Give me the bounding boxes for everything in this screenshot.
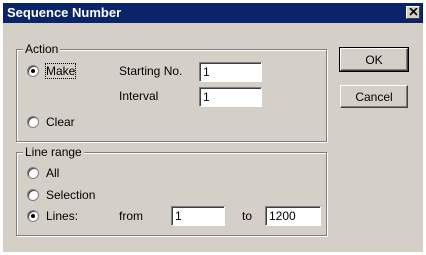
ok-button[interactable]: OK (339, 47, 409, 72)
from-label: from (119, 209, 143, 223)
to-input[interactable]: 1200 (265, 206, 321, 226)
to-label: to (242, 209, 253, 223)
close-icon (409, 8, 418, 16)
action-group-legend: Action (23, 42, 61, 56)
all-radio[interactable]: All (27, 166, 59, 180)
lines-radio-label[interactable]: Lines: (46, 209, 78, 223)
clear-radio[interactable]: Clear (27, 115, 75, 129)
line-range-group-legend: Line range (23, 145, 84, 159)
make-radio-circle[interactable] (27, 65, 39, 77)
all-radio-label[interactable]: All (46, 166, 59, 180)
clear-radio-circle[interactable] (27, 116, 39, 128)
sequence-number-dialog: Sequence Number Action Make Starting No.… (3, 3, 423, 252)
selection-radio[interactable]: Selection (27, 188, 95, 202)
cancel-button[interactable]: Cancel (340, 85, 408, 108)
make-radio[interactable]: Make (27, 63, 77, 79)
close-button[interactable] (406, 6, 420, 19)
window-title: Sequence Number (7, 5, 122, 20)
selection-radio-circle[interactable] (27, 189, 39, 201)
interval-label: Interval (119, 89, 159, 103)
action-groupbox: Action Make Starting No. 1 Interval 1 Cl… (16, 42, 327, 142)
all-radio-circle[interactable] (27, 167, 39, 179)
starting-no-input[interactable]: 1 (199, 62, 262, 82)
clear-radio-label[interactable]: Clear (46, 115, 75, 129)
starting-no-label: Starting No. (119, 64, 183, 78)
interval-input[interactable]: 1 (199, 87, 262, 107)
from-input[interactable]: 1 (171, 206, 225, 226)
selection-radio-label[interactable]: Selection (46, 188, 95, 202)
lines-radio[interactable]: Lines: (27, 209, 78, 223)
make-radio-label[interactable]: Make (44, 63, 77, 79)
lines-radio-circle[interactable] (27, 210, 39, 222)
line-range-groupbox: Line range All Selection Lines: from 1 t… (16, 145, 327, 236)
title-bar[interactable]: Sequence Number (3, 3, 423, 23)
